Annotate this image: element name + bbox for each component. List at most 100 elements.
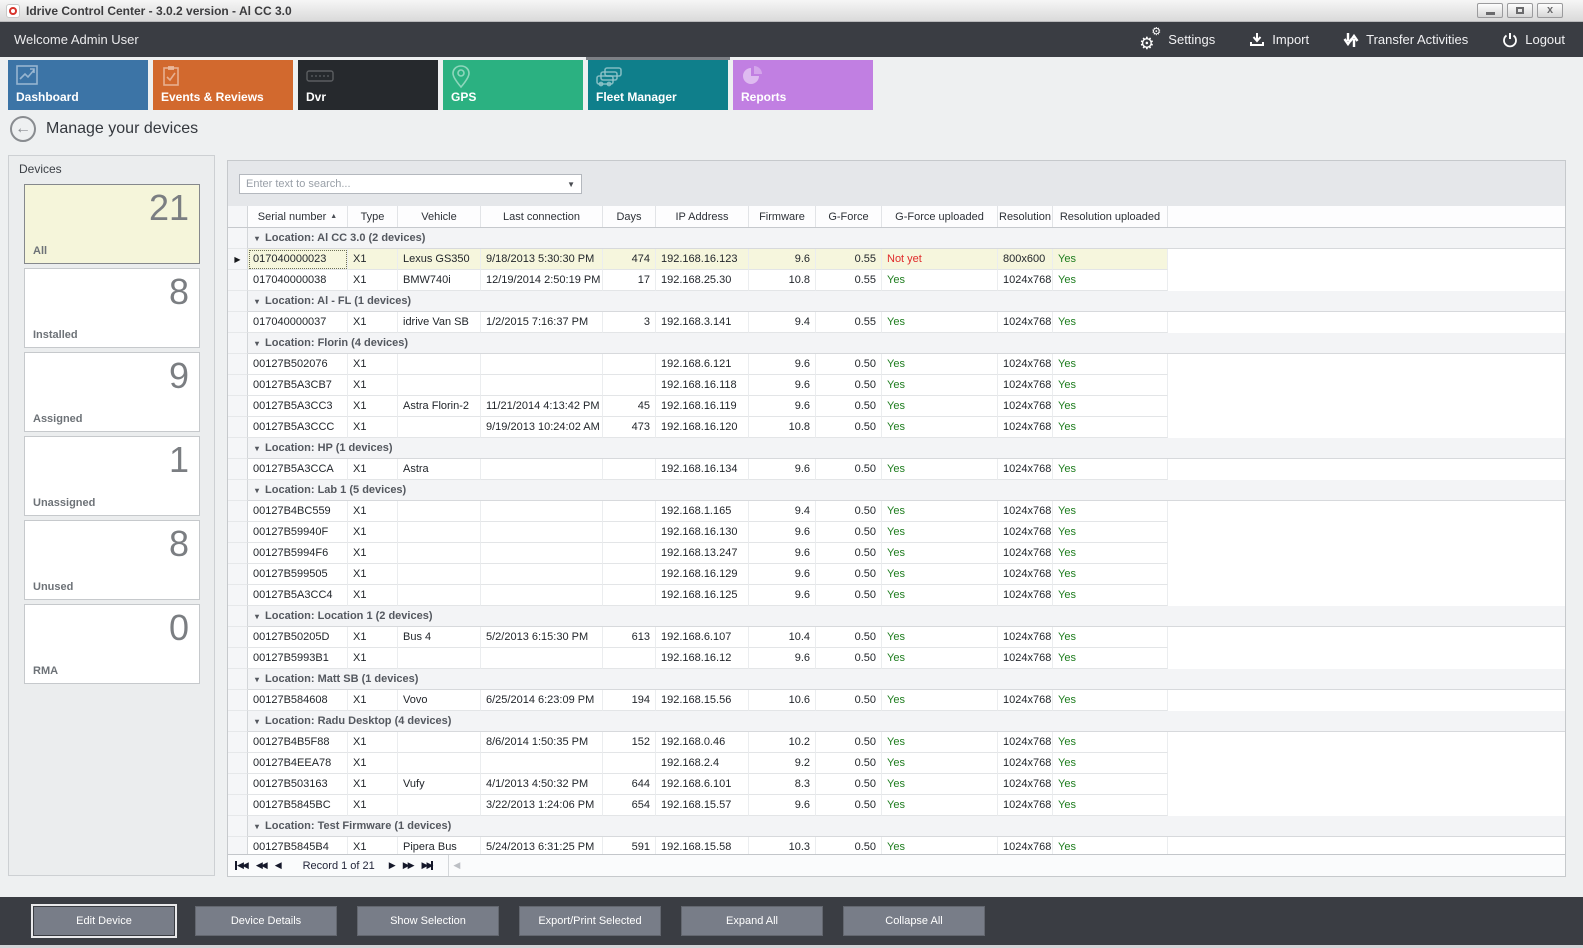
group-row[interactable]: ▾Location: Test Firmware (1 devices) — [228, 816, 1565, 837]
group-label: Location: Radu Desktop (4 devices) — [265, 715, 451, 727]
column-header-serial[interactable]: Serial number▲ — [248, 206, 348, 227]
maximize-button[interactable] — [1507, 3, 1533, 18]
group-row[interactable]: ▾Location: Lab 1 (5 devices) — [228, 480, 1565, 501]
group-row[interactable]: ▾Location: Location 1 (2 devices) — [228, 606, 1565, 627]
group-row[interactable]: ▾ Location: Radu Desktop (4 devices) — [228, 711, 1565, 732]
back-button[interactable]: ← — [10, 116, 36, 142]
cell-resolution: 800x600 — [998, 249, 1053, 270]
hscroll-left-arrow[interactable]: ◀ — [453, 860, 460, 871]
column-header-gforce_uploaded[interactable]: G-Force uploaded — [882, 206, 998, 227]
collapse-group-icon[interactable]: ▾ — [255, 339, 259, 348]
import-button[interactable]: Import — [1249, 32, 1309, 47]
device-row[interactable]: 00127B5A3CCAX1Astra192.168.16.1349.60.50… — [228, 459, 1565, 480]
column-header-resolution[interactable]: Resolution — [998, 206, 1053, 227]
device-row[interactable]: 00127B4BC559X1192.168.1.1659.40.50Yes102… — [228, 501, 1565, 522]
device-row[interactable]: 00127B584608X1Vovo6/25/2014 6:23:09 PM19… — [228, 690, 1565, 711]
tab-fleet-manager[interactable]: Fleet Manager — [588, 60, 728, 110]
device-row[interactable]: 00127B5993B1X1192.168.16.129.60.50Yes102… — [228, 648, 1565, 669]
device-row[interactable]: 00127B599505X1192.168.16.1299.60.50Yes10… — [228, 564, 1565, 585]
device-row[interactable]: 00127B50205DX1Bus 45/2/2013 6:15:30 PM61… — [228, 627, 1565, 648]
device-row[interactable]: ▶017040000023X1Lexus GS3509/18/2013 5:30… — [228, 249, 1565, 270]
device-row[interactable]: 00127B502076X1192.168.6.1219.60.50Yes102… — [228, 354, 1565, 375]
tab-events-reviews[interactable]: Events & Reviews — [153, 60, 293, 110]
device-row[interactable]: 00127B5845B4X1Pipera Bus5/24/2013 6:31:2… — [228, 837, 1565, 854]
search-dropdown-icon[interactable]: ▼ — [567, 180, 575, 189]
cell-vehicle — [398, 543, 481, 564]
prev-record-button[interactable]: ◀ — [275, 861, 280, 870]
cell-type: X1 — [348, 690, 398, 711]
device-row[interactable]: 017040000037X1idrive Van SB1/2/2015 7:16… — [228, 312, 1565, 333]
collapse-group-icon[interactable]: ▾ — [255, 717, 259, 726]
settings-button[interactable]: ⚙⚙Settings — [1139, 31, 1215, 49]
logout-button[interactable]: Logout — [1502, 32, 1565, 48]
tab-gps[interactable]: GPS — [443, 60, 583, 110]
device-row[interactable]: 00127B5A3CB7X1192.168.16.1189.60.50Yes10… — [228, 375, 1565, 396]
cell-last: 5/24/2013 6:31:25 PM — [481, 837, 603, 854]
device-row[interactable]: 00127B4EEA78X1192.168.2.49.20.50Yes1024x… — [228, 753, 1565, 774]
last-record-button[interactable]: ▶▶ — [422, 861, 434, 870]
cell-resolution: 1024x768 — [998, 522, 1053, 543]
column-header-firmware[interactable]: Firmware — [749, 206, 816, 227]
minimize-button[interactable] — [1477, 3, 1503, 18]
device-row[interactable]: 00127B4B5F88X18/6/2014 1:50:35 PM152192.… — [228, 732, 1565, 753]
next-page-button[interactable]: ▶▶ — [403, 861, 413, 870]
filter-card-unassigned[interactable]: 1Unassigned — [24, 436, 200, 516]
action-label: Transfer Activities — [1366, 32, 1468, 47]
tab-dvr[interactable]: Dvr — [298, 60, 438, 110]
device-row[interactable]: 00127B5A3CC4X1192.168.16.1259.60.50Yes10… — [228, 585, 1565, 606]
device-row[interactable]: 00127B59940FX1192.168.16.1309.60.50Yes10… — [228, 522, 1565, 543]
collapse-group-icon[interactable]: ▾ — [255, 297, 259, 306]
filter-card-unused[interactable]: 8Unused — [24, 520, 200, 600]
close-button[interactable]: x — [1537, 3, 1563, 18]
expand-all-button[interactable]: Expand All — [681, 906, 823, 936]
collapse-group-icon[interactable]: ▾ — [255, 612, 259, 621]
device-row[interactable]: 00127B5994F6X1192.168.13.2479.60.50Yes10… — [228, 543, 1565, 564]
edit-device-button[interactable]: Edit Device — [33, 906, 175, 936]
show-selection-button[interactable]: Show Selection — [357, 906, 499, 936]
filter-card-installed[interactable]: 8Installed — [24, 268, 200, 348]
filter-card-rma[interactable]: 0RMA — [24, 604, 200, 684]
group-row[interactable]: ▾Location: Al CC 3.0 (2 devices) — [228, 228, 1565, 249]
group-row[interactable]: ▾Location: HP (1 devices) — [228, 438, 1565, 459]
device-row[interactable]: 017040000038X1BMW740i12/19/2014 2:50:19 … — [228, 270, 1565, 291]
collapse-all-button[interactable]: Collapse All — [843, 906, 985, 936]
collapse-group-icon[interactable]: ▾ — [255, 234, 259, 243]
tab-dashboard[interactable]: Dashboard — [8, 60, 148, 110]
column-header-ip[interactable]: IP Address — [656, 206, 749, 227]
row-filler — [1168, 774, 1565, 795]
collapse-group-icon[interactable]: ▾ — [255, 486, 259, 495]
collapse-group-icon[interactable]: ▾ — [255, 444, 259, 453]
device-row[interactable]: 00127B5845BCX13/22/2013 1:24:06 PM654192… — [228, 795, 1565, 816]
column-header-resolution_uploaded[interactable]: Resolution uploaded — [1053, 206, 1168, 227]
device-row[interactable]: 00127B5A3CC3X1Astra Florin-211/21/2014 4… — [228, 396, 1565, 417]
next-record-button[interactable]: ▶ — [389, 861, 394, 870]
transfer-activities-button[interactable]: Transfer Activities — [1343, 32, 1468, 48]
column-header-type[interactable]: Type — [348, 206, 398, 227]
search-input[interactable]: Enter text to search... ▼ — [239, 174, 582, 194]
cell-ip: 192.168.16.134 — [656, 459, 749, 480]
row-filler — [1168, 627, 1565, 648]
first-record-button[interactable]: ◀◀ — [235, 861, 247, 870]
cell-type: X1 — [348, 375, 398, 396]
tab-label: Dashboard — [16, 90, 79, 104]
filter-card-assigned[interactable]: 9Assigned — [24, 352, 200, 432]
column-header-vehicle[interactable]: Vehicle — [398, 206, 481, 227]
export-print-selected-button[interactable]: Export/Print Selected — [519, 906, 661, 936]
filter-card-all[interactable]: 21All — [24, 184, 200, 264]
prev-page-button[interactable]: ◀◀ — [256, 861, 266, 870]
group-row[interactable]: ▾Location: Matt SB (1 devices) — [228, 669, 1565, 690]
column-header-gforce[interactable]: G-Force — [816, 206, 882, 227]
cell-serial: 00127B584608 — [248, 690, 348, 711]
collapse-group-icon[interactable]: ▾ — [255, 675, 259, 684]
column-header-last[interactable]: Last connection — [481, 206, 603, 227]
group-row[interactable]: ▾Location: Florin (4 devices) — [228, 333, 1565, 354]
column-header-days[interactable]: Days — [603, 206, 656, 227]
group-row[interactable]: ▾Location: Al - FL (1 devices) — [228, 291, 1565, 312]
device-row[interactable]: 00127B503163X1Vufy4/1/2013 4:50:32 PM644… — [228, 774, 1565, 795]
cell-days — [603, 375, 656, 396]
cell-ip: 192.168.16.119 — [656, 396, 749, 417]
device-row[interactable]: 00127B5A3CCCX19/19/2013 10:24:02 AM47319… — [228, 417, 1565, 438]
collapse-group-icon[interactable]: ▾ — [255, 822, 259, 831]
tab-reports[interactable]: Reports — [733, 60, 873, 110]
device-details-button[interactable]: Device Details — [195, 906, 337, 936]
